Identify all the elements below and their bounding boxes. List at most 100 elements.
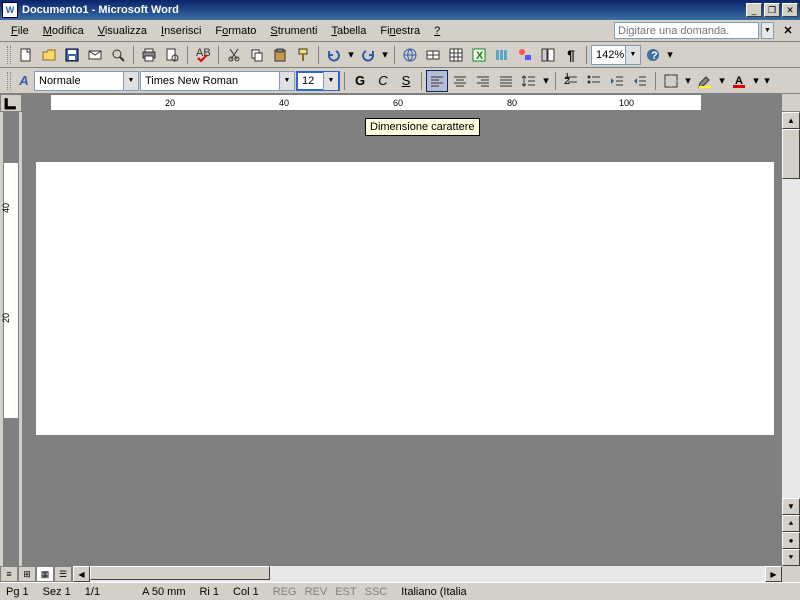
font-color-button[interactable]: A bbox=[728, 70, 750, 92]
underline-button[interactable]: S bbox=[395, 70, 417, 92]
align-left-button[interactable] bbox=[426, 70, 448, 92]
format-painter-button[interactable] bbox=[292, 44, 314, 66]
print-preview-button[interactable] bbox=[161, 44, 183, 66]
columns-button[interactable] bbox=[491, 44, 513, 66]
font-combo[interactable]: Times New Roman ▼ bbox=[140, 71, 295, 91]
menu-tabella[interactable]: Tabella bbox=[324, 23, 373, 39]
scroll-down-button[interactable]: ▼ bbox=[782, 498, 800, 515]
line-spacing-dropdown[interactable]: ▾ bbox=[541, 70, 551, 92]
normal-view-button[interactable]: ≡ bbox=[0, 566, 18, 582]
justify-button[interactable] bbox=[495, 70, 517, 92]
titlebar: W Documento1 - Microsoft Word _ ❐ ✕ bbox=[0, 0, 800, 20]
scroll-track[interactable] bbox=[782, 129, 800, 498]
hscroll-thumb[interactable] bbox=[90, 566, 270, 580]
italic-button[interactable]: C bbox=[372, 70, 394, 92]
menu-help[interactable]: ? bbox=[427, 23, 447, 39]
menu-file[interactable]: File bbox=[4, 23, 36, 39]
horizontal-ruler[interactable]: 20 40 60 80 100 bbox=[22, 94, 782, 111]
minimize-button[interactable]: _ bbox=[746, 3, 762, 17]
redo-button[interactable] bbox=[357, 44, 379, 66]
decrease-indent-button[interactable] bbox=[606, 70, 628, 92]
toolbar-grip[interactable] bbox=[7, 72, 11, 90]
toolbar-options[interactable]: ▾ bbox=[762, 70, 772, 92]
help-button[interactable]: ? bbox=[642, 44, 664, 66]
align-center-button[interactable] bbox=[449, 70, 471, 92]
cut-button[interactable] bbox=[223, 44, 245, 66]
line-spacing-button[interactable] bbox=[518, 70, 540, 92]
font-dropdown-icon[interactable]: ▼ bbox=[279, 72, 294, 90]
style-dropdown-icon[interactable]: ▼ bbox=[123, 72, 138, 90]
next-page-button[interactable]: ⯆ bbox=[782, 549, 800, 566]
new-document-button[interactable] bbox=[15, 44, 37, 66]
increase-indent-button[interactable] bbox=[629, 70, 651, 92]
tab-selector[interactable] bbox=[0, 94, 22, 112]
spellcheck-button[interactable]: ABC bbox=[192, 44, 214, 66]
redo-dropdown[interactable]: ▾ bbox=[380, 44, 390, 66]
document-map-button[interactable] bbox=[537, 44, 559, 66]
save-button[interactable] bbox=[61, 44, 83, 66]
fontsize-combo[interactable]: 12 ▼ bbox=[296, 71, 340, 91]
numbered-list-button[interactable]: 12 bbox=[560, 70, 582, 92]
highlight-button[interactable] bbox=[694, 70, 716, 92]
restore-button[interactable]: ❐ bbox=[764, 3, 780, 17]
vertical-ruler[interactable]: 40 20 bbox=[3, 112, 19, 566]
font-value: Times New Roman bbox=[141, 75, 279, 87]
bold-button[interactable]: G bbox=[349, 70, 371, 92]
search-button[interactable] bbox=[107, 44, 129, 66]
outline-view-button[interactable]: ☰ bbox=[54, 566, 72, 582]
menubar: File Modifica Visualizza Inserisci Forma… bbox=[0, 20, 800, 42]
previous-page-button[interactable]: ⯅ bbox=[782, 515, 800, 532]
hscroll-track[interactable] bbox=[90, 566, 765, 582]
zoom-combo[interactable]: 142% ▼ bbox=[591, 45, 641, 65]
browse-object-button[interactable]: ● bbox=[782, 532, 800, 549]
font-color-dropdown[interactable]: ▾ bbox=[751, 70, 761, 92]
drawing-button[interactable] bbox=[514, 44, 536, 66]
mail-button[interactable] bbox=[84, 44, 106, 66]
styles-icon[interactable]: A bbox=[15, 72, 33, 90]
status-language[interactable]: Italiano (Italia bbox=[401, 586, 466, 598]
menu-modifica[interactable]: Modifica bbox=[36, 23, 91, 39]
page-content[interactable] bbox=[36, 162, 774, 435]
undo-button[interactable] bbox=[323, 44, 345, 66]
scroll-thumb[interactable] bbox=[782, 129, 800, 179]
scroll-left-button[interactable]: ◀ bbox=[73, 566, 90, 582]
close-button[interactable]: ✕ bbox=[782, 3, 798, 17]
menu-formato[interactable]: Formato bbox=[208, 23, 263, 39]
excel-button[interactable]: X bbox=[468, 44, 490, 66]
tables-borders-button[interactable] bbox=[422, 44, 444, 66]
open-button[interactable] bbox=[38, 44, 60, 66]
copy-button[interactable] bbox=[246, 44, 268, 66]
page[interactable] bbox=[36, 125, 774, 435]
print-button[interactable] bbox=[138, 44, 160, 66]
ask-dropdown-icon[interactable]: ▼ bbox=[761, 22, 774, 39]
insert-table-button[interactable] bbox=[445, 44, 467, 66]
ask-question-input[interactable] bbox=[614, 22, 759, 39]
borders-button[interactable] bbox=[660, 70, 682, 92]
scroll-right-button[interactable]: ▶ bbox=[765, 566, 782, 582]
style-combo[interactable]: Normale ▼ bbox=[34, 71, 139, 91]
menu-visualizza[interactable]: Visualizza bbox=[91, 23, 154, 39]
scroll-up-button[interactable]: ▲ bbox=[782, 112, 800, 129]
menu-inserisci[interactable]: Inserisci bbox=[154, 23, 208, 39]
zoom-dropdown-icon[interactable]: ▼ bbox=[625, 46, 640, 64]
paste-button[interactable] bbox=[269, 44, 291, 66]
window-buttons: _ ❐ ✕ bbox=[746, 3, 798, 17]
toolbar-grip[interactable] bbox=[7, 46, 11, 64]
vertical-scrollbar: ▲ ▼ ⯅ ● ⯆ bbox=[782, 112, 800, 566]
bullet-list-button[interactable] bbox=[583, 70, 605, 92]
undo-dropdown[interactable]: ▾ bbox=[346, 44, 356, 66]
fontsize-tooltip: Dimensione carattere bbox=[365, 118, 480, 136]
highlight-dropdown[interactable]: ▾ bbox=[717, 70, 727, 92]
borders-dropdown[interactable]: ▾ bbox=[683, 70, 693, 92]
web-view-button[interactable]: ⊞ bbox=[18, 566, 36, 582]
menu-strumenti[interactable]: Strumenti bbox=[263, 23, 324, 39]
show-formatting-button[interactable]: ¶ bbox=[560, 44, 582, 66]
menu-finestra[interactable]: Finestra bbox=[373, 23, 427, 39]
print-layout-view-button[interactable]: ▦ bbox=[36, 566, 54, 582]
document-close-button[interactable]: ✕ bbox=[780, 24, 796, 38]
align-right-button[interactable] bbox=[472, 70, 494, 92]
toolbar-options[interactable]: ▾ bbox=[665, 44, 675, 66]
hyperlink-button[interactable] bbox=[399, 44, 421, 66]
fontsize-dropdown-icon[interactable]: ▼ bbox=[323, 72, 338, 90]
status-modes[interactable]: REGREVESTSSC bbox=[273, 586, 388, 598]
